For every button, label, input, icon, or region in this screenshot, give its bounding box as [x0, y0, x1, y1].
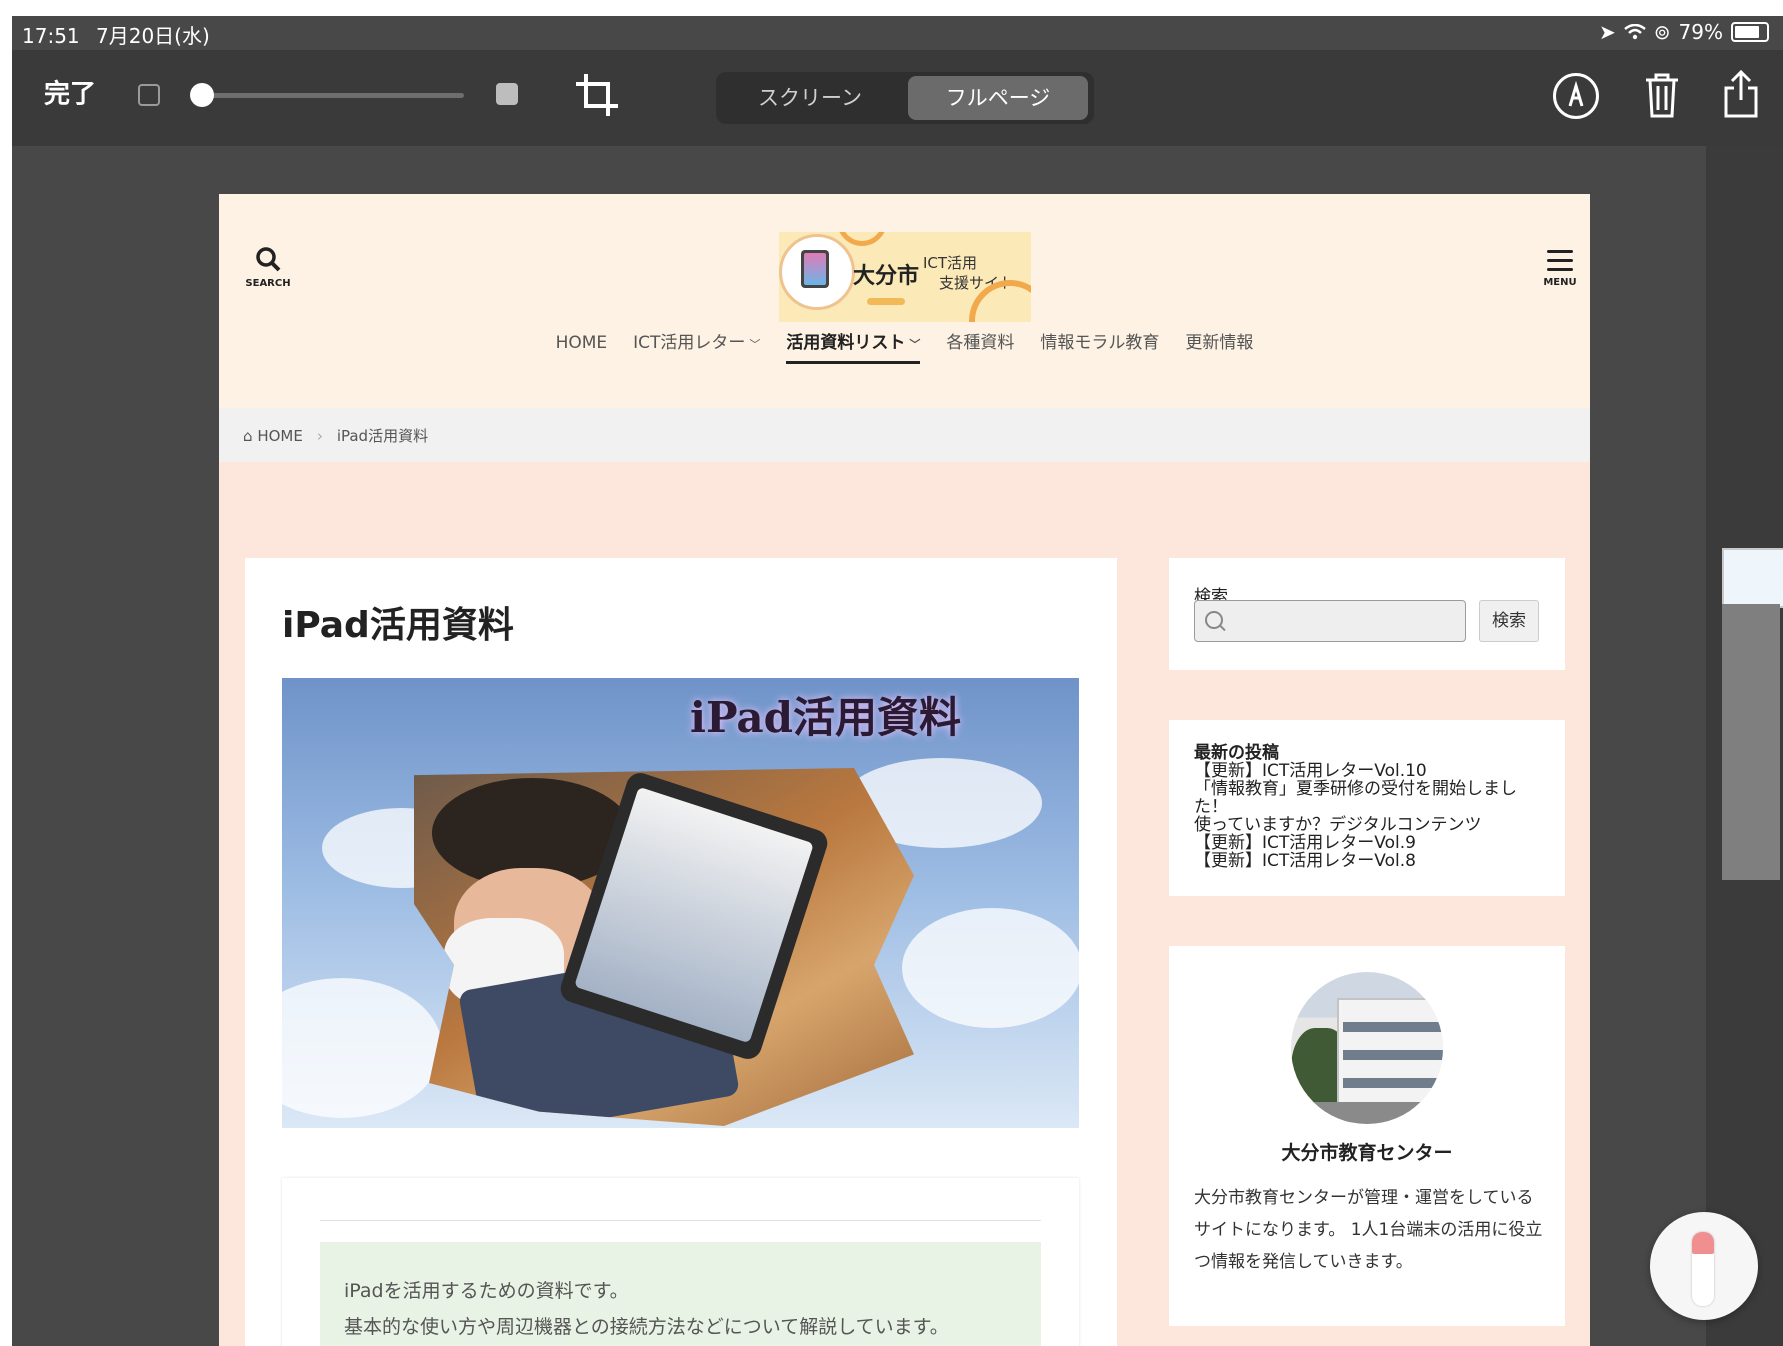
tablet-icon [801, 250, 829, 288]
recent-post-link[interactable]: 【更新】ICT活用レターVol.9 [1194, 834, 1544, 852]
screenshot-editor-toolbar: 完了 スクリーン フルページ [12, 50, 1783, 146]
hero-title: iPad活用資料 [690, 693, 961, 742]
opacity-slider-track[interactable] [208, 93, 464, 98]
breadcrumb: ⌂ HOME › iPad活用資料 [219, 408, 1590, 462]
status-right: ➤ ⊚ 79% [1599, 20, 1769, 44]
breadcrumb-home[interactable]: ⌂ HOME [243, 427, 303, 445]
main-article: iPad活用資料 iPad活用資料 iPadを活用するための資料です。 基本的な… [245, 558, 1117, 1346]
menu-label: MENU [1543, 277, 1577, 288]
orientation-lock-icon: ⊚ [1653, 20, 1671, 44]
opacity-slider-thumb[interactable] [190, 83, 214, 107]
profile-description: 大分市教育センターが管理・運営をしているサイトになります。 1人1台端末の活用に… [1194, 1188, 1543, 1272]
nav-info-moral[interactable]: 情報モラル教育 [1040, 328, 1159, 361]
breadcrumb-current: iPad活用資料 [336, 427, 429, 445]
recent-posts-widget: 最新の投稿 【更新】ICT活用レターVol.10 「情報教育」夏季研修の受付を開… [1169, 720, 1565, 896]
wifi-icon [1624, 24, 1646, 40]
content-box: iPadを活用するための資料です。 基本的な使い方や周辺機器との接続方法などにつ… [282, 1178, 1079, 1346]
profile-name: 大分市教育センター [1281, 1142, 1453, 1164]
battery-icon [1731, 22, 1769, 42]
intro-line-2: 基本的な使い方や周辺機器との接続方法などについて解説しています。 [344, 1316, 949, 1338]
capture-mode-segmented-control: スクリーン フルページ [716, 72, 1094, 124]
search-input[interactable] [1194, 600, 1466, 642]
recent-posts-heading: 最新の投稿 [1194, 743, 1279, 763]
hero-image: iPad活用資料 [282, 678, 1079, 1128]
avatar [1291, 972, 1443, 1124]
nav-home[interactable]: HOME [556, 333, 608, 361]
status-time: 17:51 [22, 24, 80, 48]
search-label: SEARCH [245, 278, 291, 289]
site-header: SEARCH 大分市 ICT活用 支援サイト MENU HOME ICT活用レター… [219, 194, 1590, 408]
global-nav: HOME ICT活用レター ﹀ 活用資料リスト ﹀ 各種資料 情報モラル教育 更新情報 [219, 328, 1590, 364]
site-logo[interactable]: 大分市 ICT活用 支援サイト [779, 232, 1031, 322]
nav-updates[interactable]: 更新情報 [1185, 328, 1253, 361]
page-preview-thumbnail[interactable] [1722, 548, 1783, 608]
status-bar: 17:51 7月20日(水) ➤ ⊚ 79% [12, 16, 1783, 50]
recent-post-link[interactable]: 【更新】ICT活用レターVol.10 [1194, 762, 1544, 780]
crop-icon[interactable] [574, 72, 620, 118]
status-left: 17:51 7月20日(水) [22, 20, 210, 49]
page-preview-scroller[interactable] [1722, 604, 1780, 880]
pencil-palette-button[interactable] [1650, 1212, 1758, 1320]
header-menu-button[interactable]: MENU [1537, 250, 1583, 288]
trash-icon[interactable] [1642, 72, 1682, 118]
search-icon [256, 247, 281, 272]
markup-pen-icon[interactable] [1553, 73, 1599, 119]
intro-line-1: iPadを活用するための資料です。 [344, 1280, 629, 1302]
recent-post-link[interactable]: 【更新】ICT活用レターVol.8 [1194, 852, 1544, 870]
segment-full-page[interactable]: フルページ [908, 76, 1088, 120]
done-button[interactable]: 完了 [44, 74, 96, 111]
hamburger-icon [1537, 250, 1583, 271]
battery-percent: 79% [1678, 20, 1723, 44]
search-widget: 検索 検索 [1169, 558, 1565, 670]
header-search-button[interactable]: SEARCH [245, 246, 291, 289]
segment-screen[interactable]: スクリーン [722, 76, 898, 120]
chevron-right-icon: › [316, 426, 323, 445]
recent-post-link[interactable]: 「情報教育」夏季研修の受付を開始しました！ [1194, 780, 1544, 816]
search-icon [1205, 611, 1223, 629]
logo-line1: ICT活用 [923, 254, 978, 272]
student-with-ipad-photo [414, 768, 914, 1126]
webpage-capture: SEARCH 大分市 ICT活用 支援サイト MENU HOME ICT活用レター… [219, 194, 1590, 1346]
home-icon: ⌂ [243, 426, 253, 445]
location-icon: ➤ [1599, 20, 1616, 44]
profile-widget: 大分市教育センター 大分市教育センターが管理・運営をしているサイトになります。 … [1169, 946, 1565, 1326]
share-icon[interactable] [1721, 70, 1761, 118]
recent-post-link[interactable]: 使っていますか？デジタルコンテンツ [1194, 816, 1544, 834]
logo-city: 大分市 [853, 264, 920, 289]
status-date: 7月20日(水) [96, 24, 210, 48]
nav-documents[interactable]: 各種資料 [946, 328, 1014, 361]
nav-resource-list[interactable]: 活用資料リスト ﹀ [786, 328, 921, 364]
opacity-min-icon [138, 84, 160, 106]
intro-box: iPadを活用するための資料です。 基本的な使い方や周辺機器との接続方法などにつ… [320, 1242, 1041, 1346]
nav-ict-letter[interactable]: ICT活用レター ﹀ [633, 328, 760, 361]
ipad-screen: 17:51 7月20日(水) ➤ ⊚ 79% 完了 スクリーン フルページ SE… [12, 16, 1783, 1346]
chevron-down-icon: ﹀ [749, 338, 761, 351]
chevron-down-icon: ﹀ [909, 338, 921, 351]
search-submit-button[interactable]: 検索 [1479, 600, 1539, 642]
opacity-max-icon [496, 83, 518, 105]
page-title: iPad活用資料 [282, 605, 514, 646]
